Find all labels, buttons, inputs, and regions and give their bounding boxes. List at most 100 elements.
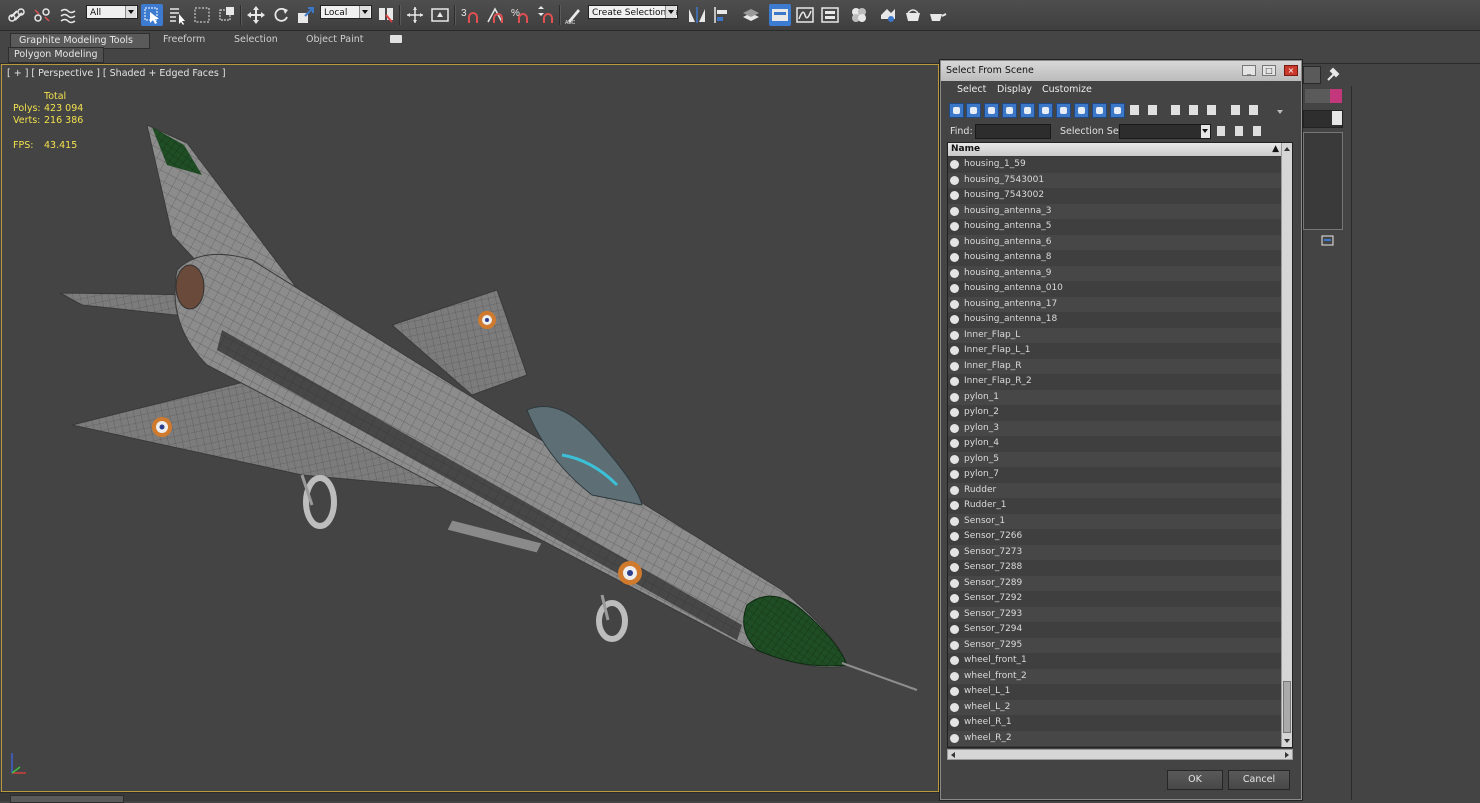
list-item[interactable]: wheel_L_2 [948, 699, 1282, 715]
list-item[interactable]: Sensor_7288 [948, 560, 1282, 576]
close-icon[interactable]: × [1284, 65, 1298, 76]
scroll-down-icon[interactable] [1283, 737, 1291, 745]
scroll-left-icon[interactable] [949, 751, 957, 759]
angle-snap-icon[interactable] [484, 4, 506, 26]
menu-customize[interactable]: Customize [1042, 84, 1092, 95]
list-item[interactable]: housing_antenna_010 [948, 281, 1282, 297]
menu-display[interactable]: Display [997, 84, 1032, 95]
display-bones-icon[interactable] [1092, 103, 1107, 118]
link-icon[interactable] [6, 4, 28, 26]
display-xrefs-icon[interactable] [1074, 103, 1089, 118]
list-item[interactable]: housing_antenna_8 [948, 250, 1282, 266]
unlink-icon[interactable] [31, 4, 53, 26]
scroll-up-icon[interactable] [1283, 145, 1291, 153]
ok-button[interactable]: OK [1167, 770, 1223, 790]
list-item[interactable]: pylon_2 [948, 405, 1282, 421]
list-item[interactable]: wheel_front_1 [948, 653, 1282, 669]
list-item[interactable]: Sensor_7273 [948, 544, 1282, 560]
selection-set-dropdown[interactable] [1119, 124, 1211, 139]
scroll-right-icon[interactable] [1283, 751, 1291, 759]
scroll-thumb[interactable] [1283, 681, 1291, 733]
column-header-name[interactable]: Name ▲ [948, 143, 1282, 156]
create-selection-set-icon[interactable] [1215, 125, 1227, 138]
selection-filter-dropdown[interactable]: All [86, 5, 138, 19]
mirror-icon[interactable] [686, 4, 708, 26]
list-item[interactable]: housing_antenna_9 [948, 265, 1282, 281]
keyboard-shortcut-icon[interactable] [429, 4, 451, 26]
render-setup-icon[interactable] [877, 4, 899, 26]
reference-coord-dropdown[interactable]: Local [320, 5, 372, 19]
modifier-stack[interactable] [1303, 132, 1343, 230]
list-item[interactable]: wheel_L_1 [948, 684, 1282, 700]
rect-region-icon[interactable] [191, 4, 213, 26]
toolbar-overflow-icon[interactable] [1277, 110, 1283, 117]
select-object-icon[interactable] [141, 4, 163, 26]
modifier-list-dropdown[interactable] [1303, 110, 1343, 128]
configure-modifier-sets-icon[interactable] [1321, 234, 1335, 248]
perspective-viewport[interactable]: [ + ] [ Perspective ] [ Shaded + Edged F… [1, 64, 939, 792]
list-item[interactable]: Inner_Flap_R_2 [948, 374, 1282, 390]
list-horizontal-scrollbar[interactable] [947, 749, 1293, 760]
display-groups-icon[interactable] [1056, 103, 1071, 118]
spinner-snap-icon[interactable] [534, 4, 556, 26]
find-input[interactable] [975, 124, 1051, 139]
list-item[interactable]: Inner_Flap_L_1 [948, 343, 1282, 359]
list-item[interactable]: Sensor_7293 [948, 606, 1282, 622]
list-item[interactable]: wheel_R_1 [948, 715, 1282, 731]
move-icon[interactable] [245, 4, 267, 26]
window-crossing-icon[interactable] [216, 4, 238, 26]
object-color-swatch[interactable] [1330, 89, 1342, 103]
minimize-icon[interactable]: _ [1242, 65, 1256, 76]
list-item[interactable]: housing_antenna_6 [948, 234, 1282, 250]
percent-snap-icon[interactable]: % [509, 4, 531, 26]
display-hidden-icon[interactable] [1146, 103, 1161, 118]
graphite-icon[interactable] [769, 4, 791, 26]
list-item[interactable]: Rudder_1 [948, 498, 1282, 514]
edit-named-sets-icon[interactable]: ABC [563, 4, 585, 26]
list-item[interactable]: housing_antenna_18 [948, 312, 1282, 328]
material-editor-icon[interactable] [848, 4, 870, 26]
list-item[interactable]: Inner_Flap_L [948, 327, 1282, 343]
cancel-button[interactable]: Cancel [1228, 770, 1290, 790]
list-item[interactable]: Rudder [948, 482, 1282, 498]
render-icon[interactable] [927, 4, 949, 26]
display-lights-icon[interactable] [984, 103, 999, 118]
display-geometry-icon[interactable] [949, 103, 964, 118]
pivot-icon[interactable] [375, 4, 397, 26]
scene-object-list[interactable]: Name ▲ housing_1_59 housing_7543001 housin… [947, 142, 1293, 748]
list-item[interactable]: housing_7543002 [948, 188, 1282, 204]
curve-editor-icon[interactable] [794, 4, 816, 26]
modify-panel-icon[interactable] [1303, 66, 1321, 84]
list-vertical-scrollbar[interactable] [1281, 143, 1292, 747]
tab-selection[interactable]: Selection [226, 33, 286, 47]
display-helpers-icon[interactable] [1020, 103, 1035, 118]
display-frozen-icon[interactable] [1128, 103, 1143, 118]
list-item[interactable]: pylon_5 [948, 451, 1282, 467]
bind-spacewarp-icon[interactable] [57, 4, 79, 26]
rotate-icon[interactable] [270, 4, 292, 26]
utilities-hammer-icon[interactable] [1325, 66, 1341, 82]
list-item[interactable]: Sensor_7266 [948, 529, 1282, 545]
list-item[interactable]: Sensor_7295 [948, 637, 1282, 653]
align-icon[interactable] [711, 4, 733, 26]
schematic-icon[interactable] [819, 4, 841, 26]
select-invert-icon[interactable] [1205, 103, 1220, 118]
list-item[interactable]: Inner_Flap_R [948, 358, 1282, 374]
snap-3d-icon[interactable]: 3 [459, 4, 481, 26]
list-item[interactable]: housing_antenna_5 [948, 219, 1282, 235]
remove-from-selection-set-icon[interactable] [1251, 125, 1263, 138]
filter-icon[interactable] [1229, 103, 1244, 118]
named-selection-set-dropdown[interactable]: Create Selection Se [588, 5, 678, 19]
display-shapes-icon[interactable] [966, 103, 981, 118]
list-item[interactable]: pylon_7 [948, 467, 1282, 483]
filter-options-icon[interactable] [1247, 103, 1262, 118]
list-item[interactable]: pylon_4 [948, 436, 1282, 452]
list-item[interactable]: housing_antenna_17 [948, 296, 1282, 312]
menu-select[interactable]: Select [957, 84, 986, 95]
manipulate-icon[interactable] [404, 4, 426, 26]
list-item[interactable]: Sensor_7294 [948, 622, 1282, 638]
display-spacewarps-icon[interactable] [1038, 103, 1053, 118]
list-item[interactable]: housing_7543001 [948, 172, 1282, 188]
list-item[interactable]: wheel_R_2 [948, 730, 1282, 746]
viewport-label[interactable]: [ + ] [ Perspective ] [ Shaded + Edged F… [7, 68, 226, 79]
